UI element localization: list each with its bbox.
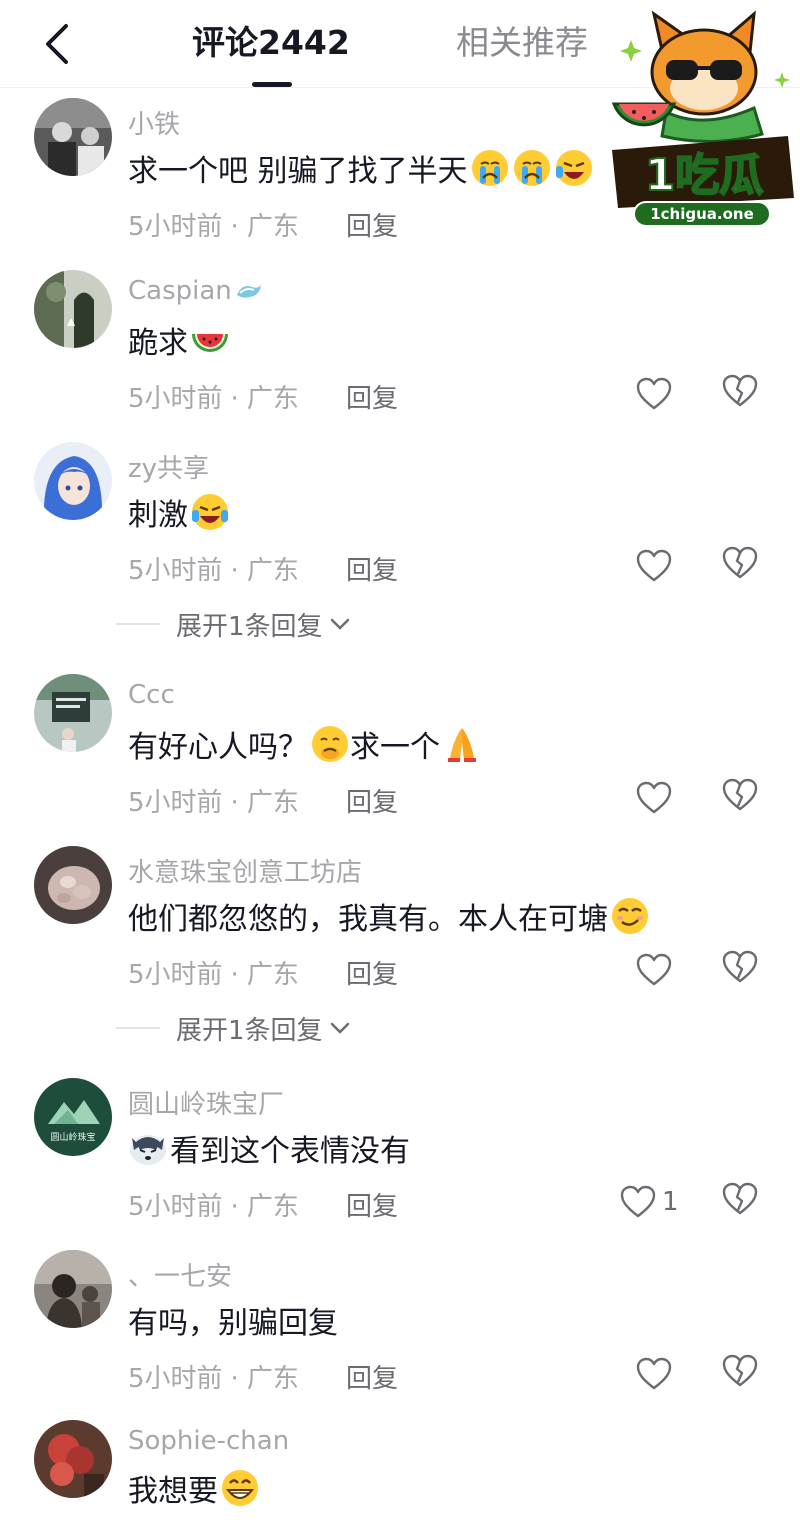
dislike-button[interactable] <box>722 1354 760 1394</box>
expand-replies-button[interactable]: 展开1条回复 <box>116 604 351 644</box>
reply-button[interactable]: 回复 <box>346 1358 398 1395</box>
comment-username[interactable]: Ccc <box>128 680 175 710</box>
comment-meta: 5小时前 · 广东 <box>128 556 299 586</box>
pray-emoji <box>448 728 476 762</box>
like-button[interactable] <box>636 778 672 818</box>
avatar[interactable] <box>34 442 112 520</box>
like-button[interactable] <box>636 1354 672 1394</box>
avatar[interactable] <box>34 1250 112 1328</box>
comment-username[interactable]: 圆山岭珠宝厂 <box>128 1084 284 1121</box>
chevron-down-icon <box>330 618 349 630</box>
comment-meta: 5小时前 · 广东 <box>128 788 299 818</box>
comment-item: 、一七安 有吗，别骗回复 5小时前 · 广东 回复 <box>0 1240 800 1412</box>
broken-heart-icon <box>722 950 758 983</box>
comments-screen: 评论2442 相关推荐 小铁 求一个吧 别骗了找了半天 5小时前·广东 回复 <box>0 0 800 1523</box>
comment-item: Caspian 跪求 5小时前 · 广东 回复 <box>0 260 800 432</box>
comment-meta: 5小时前 · 广东 <box>128 960 299 990</box>
reply-button[interactable]: 回复 <box>346 1186 398 1223</box>
comment-text: 我想要 <box>128 1468 260 1509</box>
fox-mascot-icon: 1吃瓜 1chigua.one <box>611 10 794 227</box>
chevron-down-icon <box>330 1022 349 1034</box>
comment-username[interactable]: Caspian <box>128 276 264 306</box>
heart-icon <box>636 549 672 582</box>
svg-text:圆山岭珠宝: 圆山岭珠宝 <box>50 1131 95 1143</box>
avatar[interactable] <box>34 98 112 176</box>
comment-text: 刺激 <box>128 492 230 533</box>
dislike-button[interactable] <box>722 374 760 414</box>
chevron-left-icon <box>46 24 68 64</box>
comment-username[interactable]: 水意珠宝创意工坊店 <box>128 852 362 889</box>
avatar[interactable] <box>34 1420 112 1498</box>
reply-button[interactable]: 回复 <box>346 206 398 243</box>
heart-icon <box>620 1185 656 1218</box>
comment-meta: 5小时前 · 广东 <box>128 212 299 242</box>
like-button[interactable] <box>636 950 672 990</box>
comment-meta: 5小时前 · 广东 <box>128 1364 299 1394</box>
like-button[interactable] <box>636 546 672 586</box>
avatar[interactable]: 圆山岭珠宝 <box>34 1078 112 1156</box>
dislike-button[interactable] <box>722 950 760 990</box>
watermelon-emoji <box>192 334 228 352</box>
comment-text: 他们都忽悠的，我真有。本人在可塘 <box>128 896 650 937</box>
comment-username[interactable]: 小铁 <box>128 104 180 141</box>
reply-button[interactable]: 回复 <box>346 954 398 991</box>
brand-domain: 1chigua.one <box>650 205 754 223</box>
broken-heart-icon <box>722 374 758 407</box>
broken-heart-icon <box>722 1354 758 1387</box>
crying-emoji <box>513 150 550 186</box>
comment-text: 求一个吧 别骗了找了半天 <box>128 148 594 189</box>
laugh-cry-emoji <box>192 494 228 530</box>
comment-meta: 5小时前 · 广东 <box>128 384 299 414</box>
smirk-emoji <box>612 898 648 934</box>
like-button[interactable] <box>636 374 672 414</box>
dislike-button[interactable] <box>722 778 760 818</box>
tab-comments[interactable]: 评论2442 <box>192 20 350 66</box>
comment-item: Ccc 有好心人吗？ 求一个 5小时前 · 广东 回复 <box>0 664 800 836</box>
comment-text: 跪求 <box>128 320 230 361</box>
divider <box>116 623 160 625</box>
wave-badge-icon <box>236 285 261 298</box>
reply-button[interactable]: 回复 <box>346 550 398 587</box>
brand-watermark-logo: 1吃瓜 1chigua.one <box>604 8 800 230</box>
comment-username[interactable]: 、一七安 <box>128 1256 232 1293</box>
comment-item: zy共享 刺激 5小时前 · 广东 回复 展开1条回复 <box>0 432 800 664</box>
grin-emoji <box>222 1470 258 1506</box>
reply-button[interactable]: 回复 <box>346 378 398 415</box>
comment-item: 圆山岭珠宝 圆山岭珠宝厂 看到这个表情没有 5小时前 · 广东 回复 1 <box>0 1068 800 1240</box>
comment-username[interactable]: zy共享 <box>128 448 209 485</box>
expand-replies-button[interactable]: 展开1条回复 <box>116 1008 351 1048</box>
avatar[interactable] <box>34 270 112 348</box>
laugh-cry-emoji <box>555 150 592 186</box>
broken-heart-icon <box>722 778 758 811</box>
comment-item: Sophie-chan 我想要 <box>0 1412 800 1523</box>
broken-heart-icon <box>722 546 758 579</box>
like-count: 1 <box>662 1187 679 1217</box>
dislike-button[interactable] <box>722 546 760 586</box>
avatar[interactable] <box>34 846 112 924</box>
back-button[interactable] <box>38 20 78 68</box>
dislike-button[interactable] <box>722 1182 760 1222</box>
broken-heart-icon <box>722 1182 758 1215</box>
divider <box>116 1027 160 1029</box>
crying-emoji <box>471 150 508 186</box>
avatar[interactable] <box>34 674 112 752</box>
heart-icon <box>636 377 672 410</box>
shy-face-emoji <box>312 726 348 762</box>
comment-meta: 5小时前 · 广东 <box>128 1192 299 1222</box>
heart-icon <box>636 1357 672 1390</box>
active-tab-indicator <box>252 82 292 87</box>
heart-icon <box>636 953 672 986</box>
tab-related[interactable]: 相关推荐 <box>456 20 588 66</box>
reply-button[interactable]: 回复 <box>346 782 398 819</box>
like-button[interactable]: 1 <box>620 1182 679 1222</box>
dog-face-emoji <box>130 1135 166 1165</box>
heart-icon <box>636 781 672 814</box>
brand-name: 1吃瓜 <box>645 150 764 201</box>
comment-text: 有好心人吗？ 求一个 <box>128 724 482 765</box>
comment-text: 看到这个表情没有 <box>128 1128 410 1169</box>
comment-text: 有吗，别骗回复 <box>128 1306 338 1341</box>
comment-username[interactable]: Sophie-chan <box>128 1426 289 1456</box>
